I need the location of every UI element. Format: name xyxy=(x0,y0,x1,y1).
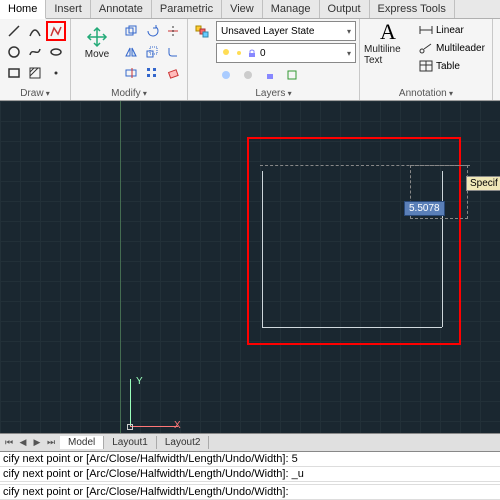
tab-express-tools[interactable]: Express Tools xyxy=(370,0,455,18)
tab-insert[interactable]: Insert xyxy=(46,0,91,18)
erase-icon[interactable] xyxy=(163,63,183,83)
ucs-y-label: Y xyxy=(136,376,143,387)
command-window[interactable]: cify next point or [Arc/Close/Halfwidth/… xyxy=(0,451,500,500)
layer-off-icon[interactable] xyxy=(238,65,258,85)
tab-manage[interactable]: Manage xyxy=(263,0,320,18)
tab-nav-last-icon[interactable]: ⏭ xyxy=(44,437,58,448)
command-prompt[interactable]: cify next point or [Arc/Close/Halfwidth/… xyxy=(0,485,500,500)
layout-tab-layout2[interactable]: Layout2 xyxy=(157,436,210,449)
ribbon-tabs: Home Insert Annotate Parametric View Man… xyxy=(0,0,500,19)
panel-draw: Draw xyxy=(0,19,71,100)
drawing-canvas[interactable]: 5.5078 Specif Y X xyxy=(0,101,500,433)
linear-dim-label: Linear xyxy=(436,25,464,36)
move-label: Move xyxy=(85,49,109,60)
stretch-icon[interactable] xyxy=(121,63,141,83)
tab-nav-first-icon[interactable]: ⏮ xyxy=(2,437,16,448)
panel-label-annotation: Annotation xyxy=(399,88,447,99)
panel-modify: Move Modify xyxy=(71,19,188,100)
layer-freeze-icon[interactable] xyxy=(216,65,236,85)
canvas-guide-line xyxy=(120,101,121,433)
tooltip: Specif xyxy=(466,176,500,191)
move-button[interactable]: Move xyxy=(75,21,119,65)
array-icon[interactable] xyxy=(142,63,162,83)
line-icon[interactable] xyxy=(4,21,24,41)
command-history-line: cify next point or [Arc/Close/Halfwidth/… xyxy=(0,452,500,467)
tab-annotate[interactable]: Annotate xyxy=(91,0,152,18)
panel-title-modify[interactable]: Modify xyxy=(75,87,183,100)
rotate-icon[interactable] xyxy=(142,21,162,41)
multileader-label: Multileader xyxy=(436,43,485,54)
drawn-segment-bottom xyxy=(262,327,442,328)
current-layer-value: 0 xyxy=(260,48,266,59)
tab-view[interactable]: View xyxy=(222,0,263,18)
ellipse-icon[interactable] xyxy=(46,42,66,62)
scale-icon[interactable] xyxy=(142,42,162,62)
ribbon: Draw Move Modify xyxy=(0,19,500,101)
dynamic-input[interactable]: 5.5078 xyxy=(404,201,445,216)
table-icon xyxy=(419,60,433,72)
tab-home[interactable]: Home xyxy=(0,0,46,19)
tab-nav-prev-icon[interactable]: ◀ xyxy=(16,437,30,448)
panel-label-modify: Modify xyxy=(111,88,140,99)
trim-icon[interactable] xyxy=(163,21,183,41)
spline-icon[interactable] xyxy=(25,42,45,62)
layer-lock-icon[interactable] xyxy=(260,65,280,85)
tab-output[interactable]: Output xyxy=(320,0,370,18)
current-layer-dropdown[interactable]: 0 xyxy=(216,43,356,63)
layout-tabs: ⏮ ◀ ▶ ⏭ Model Layout1 Layout2 xyxy=(0,433,500,451)
panel-annotation: A Multiline Text Linear Multileader Tabl… xyxy=(360,19,493,100)
multileader-icon xyxy=(419,42,433,54)
panel-insert: Inser xyxy=(493,19,500,100)
linear-dim-button[interactable]: Linear xyxy=(416,21,488,39)
panel-label-layers: Layers xyxy=(255,88,285,99)
polyline-icon[interactable] xyxy=(46,21,66,41)
circle-icon[interactable] xyxy=(4,42,24,62)
multileader-button[interactable]: Multileader xyxy=(416,39,488,57)
table-label: Table xyxy=(436,61,460,72)
layer-state-dropdown[interactable]: Unsaved Layer State xyxy=(216,21,356,41)
panel-title-draw[interactable]: Draw xyxy=(4,87,66,100)
lightbulb-icon xyxy=(221,48,231,58)
ucs-x-label: X xyxy=(174,420,181,431)
fillet-icon[interactable] xyxy=(163,42,183,62)
tab-nav-next-icon[interactable]: ▶ xyxy=(30,437,44,448)
mirror-icon[interactable] xyxy=(121,42,141,62)
tab-parametric[interactable]: Parametric xyxy=(152,0,222,18)
layout-tab-nav: ⏮ ◀ ▶ ⏭ xyxy=(0,437,60,448)
arc-icon[interactable] xyxy=(25,21,45,41)
panel-title-annotation[interactable]: Annotation xyxy=(364,87,488,100)
panel-layers: Unsaved Layer State 0 Layers xyxy=(188,19,360,100)
lock-icon xyxy=(247,48,257,58)
table-button[interactable]: Table xyxy=(416,57,488,75)
linear-dim-icon xyxy=(419,24,433,36)
layout-tab-model[interactable]: Model xyxy=(60,436,104,449)
panel-title-layers[interactable]: Layers xyxy=(192,87,355,100)
rubber-band-line xyxy=(260,165,470,166)
layer-properties-icon[interactable] xyxy=(192,21,212,41)
layer-state-value: Unsaved Layer State xyxy=(221,26,314,37)
drawn-segment-left xyxy=(262,171,263,327)
panel-label-draw: Draw xyxy=(20,88,43,99)
sun-icon xyxy=(234,48,244,58)
layer-match-icon[interactable] xyxy=(282,65,302,85)
layout-tab-layout1[interactable]: Layout1 xyxy=(104,436,157,449)
command-history-line: cify next point or [Arc/Close/Halfwidth/… xyxy=(0,467,500,482)
hatch-icon[interactable] xyxy=(25,63,45,83)
multiline-text-label: Multiline Text xyxy=(364,44,412,66)
copy-icon[interactable] xyxy=(121,21,141,41)
multiline-text-button[interactable]: A Multiline Text xyxy=(364,21,412,65)
point-icon[interactable] xyxy=(46,63,66,83)
rectangle-icon[interactable] xyxy=(4,63,24,83)
